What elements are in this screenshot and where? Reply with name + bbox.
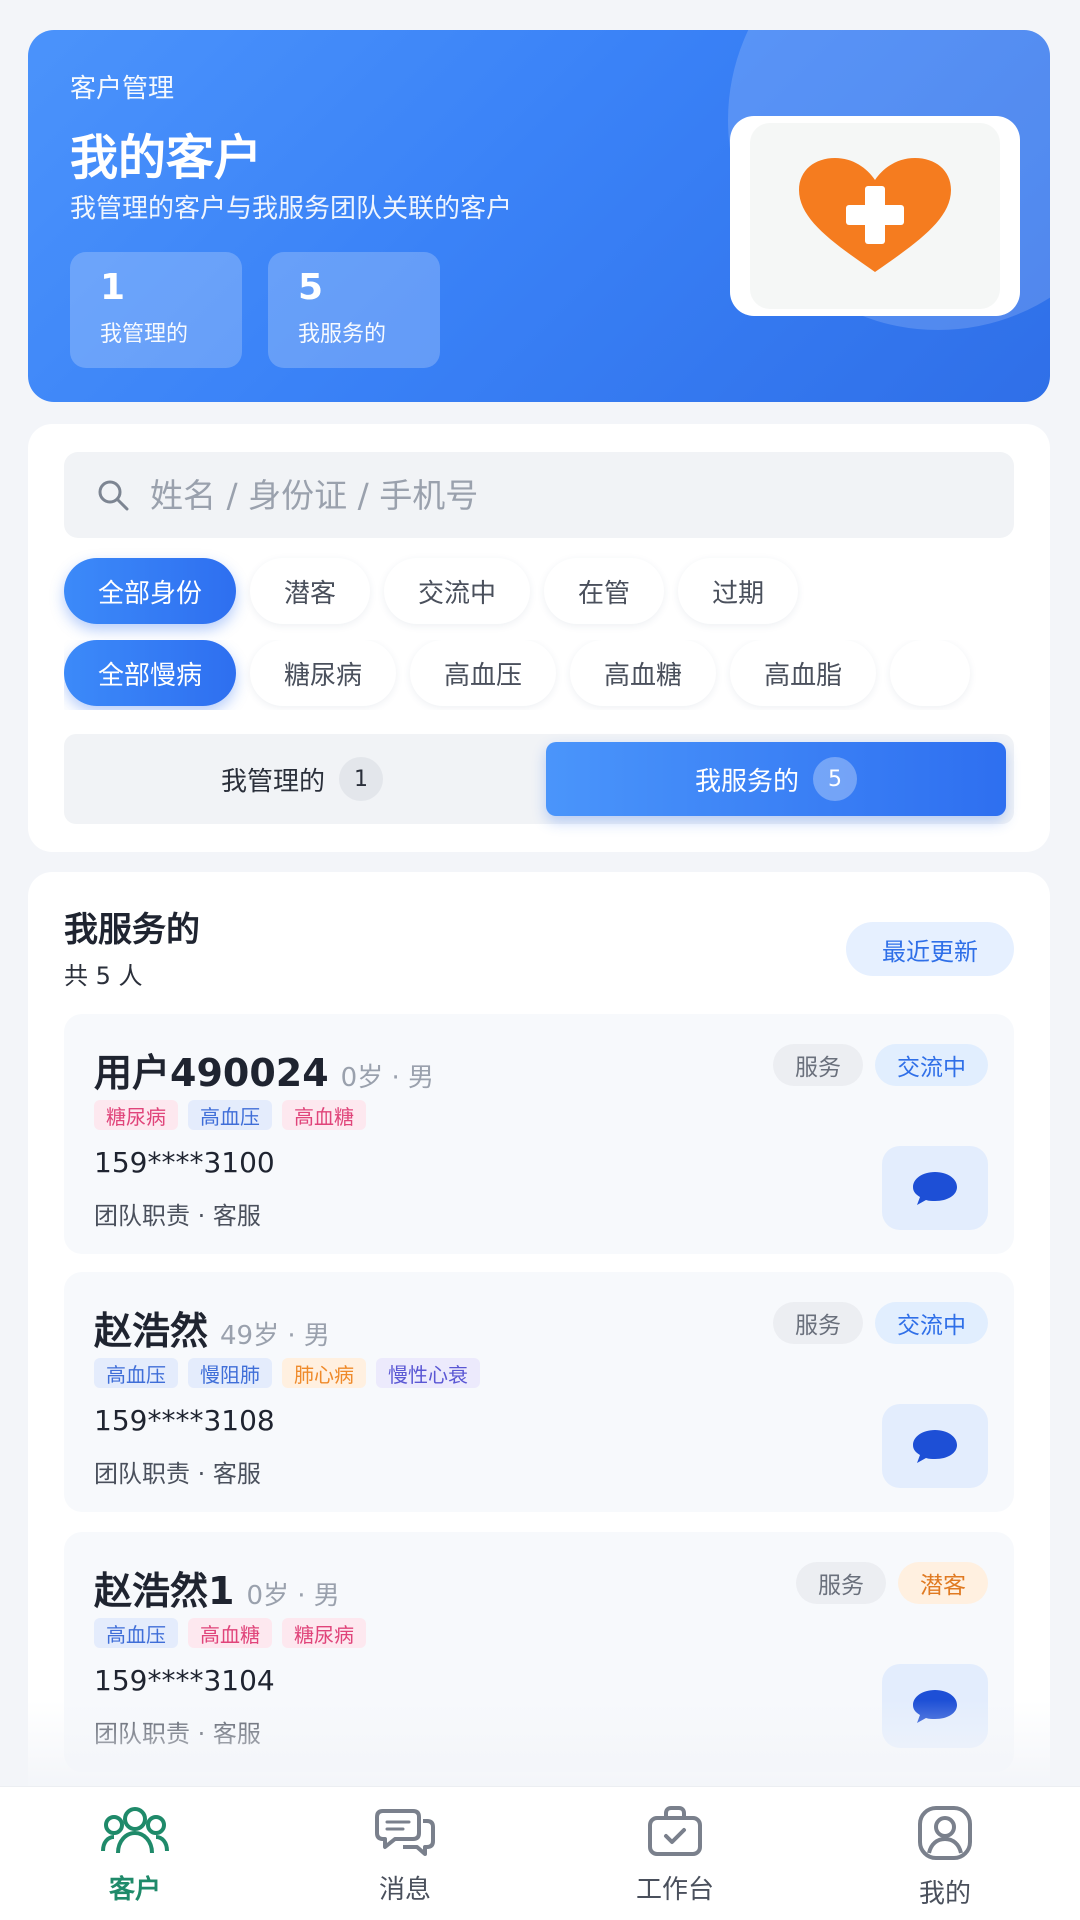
tab-served-count: 5 (813, 757, 857, 801)
search-box[interactable] (64, 452, 1014, 538)
status-badge: 潜客 (898, 1562, 988, 1604)
search-input[interactable] (150, 475, 990, 515)
customer-role: 团队职责 · 客服 (94, 1460, 261, 1488)
type-badge: 服务 (773, 1302, 863, 1344)
tab-managed[interactable]: 我管理的 1 (72, 742, 532, 816)
tab-managed-label: 我管理的 (220, 766, 325, 797)
filter-disease-all[interactable]: 全部慢病 (64, 640, 237, 706)
sort-button[interactable]: 最近更新 (846, 922, 1014, 976)
disease-tag: 高血糖 (282, 1100, 366, 1130)
customer-card[interactable]: 用户490024 0岁 · 男 糖尿病 高血压 高血糖 159****3100 团… (64, 1014, 1014, 1254)
filter-disease-hyperglycemia[interactable]: 高血糖 (570, 640, 717, 706)
customer-name: 赵浩然1 (94, 1569, 235, 1613)
customer-phone: 159****3104 (94, 1664, 275, 1697)
tab-messages[interactable]: 消息 (270, 1787, 540, 1920)
customer-phone: 159****3100 (94, 1146, 275, 1179)
stat-managed-value: 1 (100, 267, 126, 308)
filter-disease-hypertension[interactable]: 高血压 (410, 640, 557, 706)
hero-subtitle: 客户管理 (70, 74, 175, 104)
customer-badges: 服务 潜客 (796, 1562, 988, 1604)
tab-customers[interactable]: 客户 (0, 1787, 270, 1920)
customer-role: 团队职责 · 客服 (94, 1202, 261, 1230)
stat-managed-label: 我管理的 (100, 322, 189, 347)
filter-disease-more[interactable] (890, 640, 971, 706)
chat-bubble-icon (913, 1172, 957, 1205)
tab-managed-count: 1 (339, 757, 383, 801)
list-count: 共 5 人 (64, 962, 143, 990)
tab-customers-label: 客户 (108, 1875, 161, 1905)
tab-messages-label: 消息 (378, 1875, 431, 1905)
identity-filter-row: 全部身份 潜客 交流中 在管 过期 (64, 558, 799, 628)
disease-tags: 糖尿病 高血压 高血糖 (94, 1100, 366, 1130)
filter-identity-expired[interactable]: 过期 (678, 558, 799, 624)
segment-control: 我管理的 1 我服务的 5 (64, 734, 1014, 824)
profile-icon (918, 1806, 972, 1860)
status-badge: 交流中 (875, 1302, 988, 1344)
tab-profile-label: 我的 (918, 1879, 971, 1909)
type-badge: 服务 (773, 1044, 863, 1086)
customer-name-row: 赵浩然 49岁 · 男 (94, 1300, 330, 1355)
hero-banner: 客户管理 我的客户 我管理的客户与我服务团队关联的客户 1 我管理的 5 我服务… (28, 30, 1050, 402)
disease-tag: 慢性心衰 (376, 1358, 480, 1388)
stat-served-value: 5 (298, 267, 324, 308)
scroll-fade (0, 1700, 1080, 1790)
type-badge: 服务 (796, 1562, 886, 1604)
stat-served-label: 我服务的 (298, 322, 387, 347)
tab-served[interactable]: 我服务的 5 (546, 742, 1006, 816)
disease-tag: 慢阻肺 (188, 1358, 272, 1388)
filter-identity-prospect[interactable]: 潜客 (250, 558, 371, 624)
filter-disease-diabetes[interactable]: 糖尿病 (250, 640, 397, 706)
customers-icon (101, 1807, 169, 1854)
filter-disease-hyperlipidemia[interactable]: 高血脂 (730, 640, 877, 706)
bottom-tab-bar: 客户 消息 工作台 我的 (0, 1786, 1080, 1920)
hero-description: 我管理的客户与我服务团队关联的客户 (70, 194, 513, 224)
page-title: 我的客户 (70, 130, 263, 186)
search-icon (98, 480, 129, 511)
messages-icon (375, 1809, 435, 1856)
customer-phone: 159****3108 (94, 1404, 275, 1437)
heart-cross-icon (799, 158, 951, 272)
filter-identity-communicating[interactable]: 交流中 (384, 558, 531, 624)
disease-tag: 肺心病 (282, 1358, 366, 1388)
stat-served[interactable]: 5 我服务的 (268, 252, 440, 368)
customer-name: 用户490024 (94, 1051, 329, 1095)
customer-name-row: 赵浩然1 0岁 · 男 (94, 1560, 340, 1615)
chat-button[interactable] (882, 1146, 988, 1230)
tab-workbench[interactable]: 工作台 (540, 1787, 810, 1920)
tab-workbench-label: 工作台 (635, 1875, 714, 1905)
workbench-icon (648, 1806, 702, 1856)
stat-managed[interactable]: 1 我管理的 (70, 252, 242, 368)
tab-profile[interactable]: 我的 (810, 1787, 1080, 1920)
disease-tag: 糖尿病 (282, 1618, 366, 1648)
customer-name-row: 用户490024 0岁 · 男 (94, 1042, 434, 1097)
tab-served-label: 我服务的 (694, 766, 799, 797)
filter-identity-managed[interactable]: 在管 (544, 558, 665, 624)
disease-tag: 糖尿病 (94, 1100, 178, 1130)
customer-name: 赵浩然 (94, 1309, 209, 1353)
disease-tags: 高血压 慢阻肺 肺心病 慢性心衰 (94, 1358, 480, 1388)
filter-identity-all[interactable]: 全部身份 (64, 558, 237, 624)
customer-meta: 0岁 · 男 (246, 1581, 340, 1611)
status-badge: 交流中 (875, 1044, 988, 1086)
customer-badges: 服务 交流中 (773, 1044, 988, 1086)
filter-panel: 全部身份 潜客 交流中 在管 过期 全部慢病 糖尿病 高血压 高血糖 高血脂 我… (28, 424, 1050, 852)
app-logo (730, 116, 1020, 316)
chat-button[interactable] (882, 1404, 988, 1488)
chat-bubble-icon (913, 1430, 957, 1463)
customer-card[interactable]: 赵浩然 49岁 · 男 高血压 慢阻肺 肺心病 慢性心衰 159****3108 … (64, 1272, 1014, 1512)
disease-tag: 高血压 (94, 1618, 178, 1648)
disease-tag: 高血糖 (188, 1618, 272, 1648)
disease-tags: 高血压 高血糖 糖尿病 (94, 1618, 366, 1648)
disease-tag: 高血压 (94, 1358, 178, 1388)
customer-badges: 服务 交流中 (773, 1302, 988, 1344)
disease-filter-row[interactable]: 全部慢病 糖尿病 高血压 高血糖 高血脂 (64, 640, 1014, 710)
list-title: 我服务的 (64, 910, 200, 950)
customer-meta: 0岁 · 男 (340, 1063, 434, 1093)
customer-meta: 49岁 · 男 (220, 1321, 330, 1351)
disease-tag: 高血压 (188, 1100, 272, 1130)
